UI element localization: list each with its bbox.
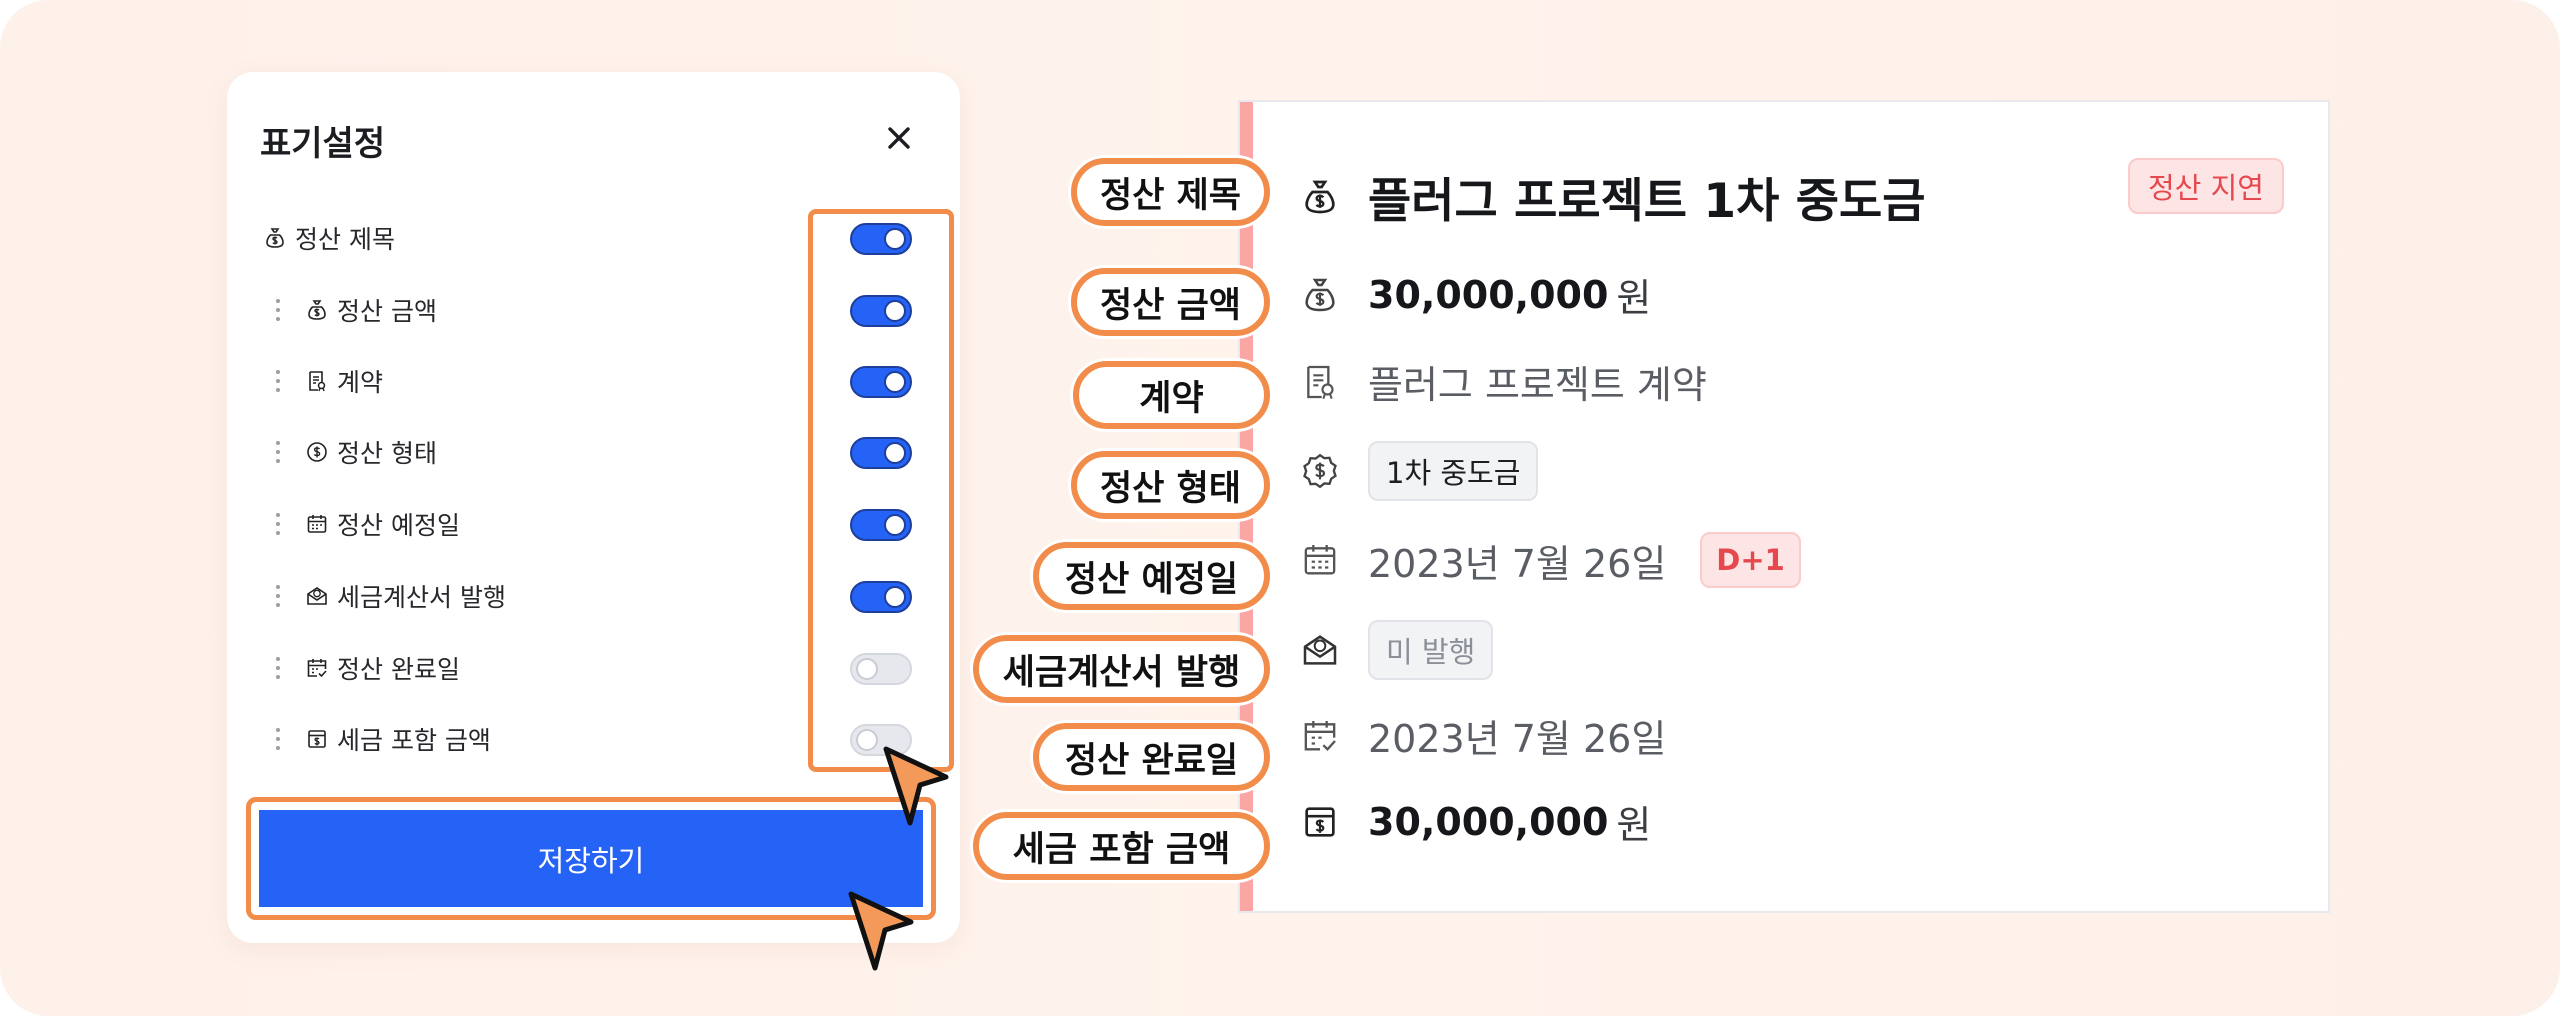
- cursor-pointer-icon: [883, 746, 949, 826]
- callout-label: 정산 금액: [1071, 268, 1270, 336]
- callout-label: 정산 형태: [1071, 451, 1270, 519]
- callout-label: 정산 완료일: [1033, 723, 1270, 791]
- money-bag-icon: [1305, 278, 1335, 311]
- setting-label: 정산 형태: [337, 439, 437, 468]
- contract-icon: [309, 371, 326, 392]
- callout-label: 세금계산서 발행: [973, 635, 1270, 703]
- preview-completed-row: 2023년 7월 26일: [1300, 708, 1666, 763]
- close-icon[interactable]: [877, 116, 921, 160]
- tax-included-unit: 원: [1616, 803, 1652, 847]
- callout-label: 세금 포함 금액: [973, 812, 1270, 880]
- callout-label: 정산 제목: [1071, 158, 1270, 226]
- setting-label: 정산 예정일: [337, 511, 460, 540]
- setting-row-due-date: 정산 예정일: [273, 504, 603, 544]
- contract-link[interactable]: 플러그 프로젝트 계약: [1368, 354, 1707, 409]
- amount-unit: 원: [1616, 276, 1652, 320]
- calendar-check-icon: [1304, 720, 1336, 751]
- drag-handle-icon[interactable]: [273, 438, 283, 466]
- money-bag-icon: [1305, 180, 1335, 213]
- preview-title-row: 플러그 프로젝트 1차 중도금: [1300, 162, 1925, 231]
- setting-row-amount: 정산 금액: [273, 290, 603, 330]
- dollar-circle-icon: [307, 442, 327, 462]
- preview-contract-row: 플러그 프로젝트 계약: [1300, 354, 1707, 409]
- tax-invoice-status-chip: 미 발행: [1368, 620, 1494, 680]
- receipt-dollar-icon: [308, 730, 326, 748]
- setting-label: 정산 금액: [337, 297, 437, 326]
- setting-row-completed-date: 정산 완료일: [273, 648, 603, 688]
- calendar-icon: [1304, 545, 1336, 575]
- money-bag-icon: [266, 228, 284, 248]
- setting-label: 세금계산서 발행: [337, 583, 506, 612]
- due-date: 2023년 7월 26일: [1368, 541, 1667, 586]
- money-bag-icon: [308, 300, 326, 320]
- status-badge: 정산 지연: [2128, 158, 2284, 214]
- tax-included-amount: 30,000,000: [1368, 799, 1609, 844]
- contract-icon: [1307, 365, 1334, 399]
- settlement-title: 플러그 프로젝트 1차 중도금: [1368, 174, 1926, 229]
- drag-handle-icon[interactable]: [273, 582, 283, 610]
- envelope-dollar-icon: [1303, 635, 1337, 665]
- setting-row-tax-included: 세금 포함 금액: [273, 719, 603, 759]
- settlement-amount: 30,000,000: [1368, 272, 1609, 317]
- preview-tax-invoice-row: 미 발행: [1300, 620, 1494, 680]
- calendar-check-icon: [307, 659, 327, 678]
- setting-row-title: 정산 제목: [263, 218, 593, 258]
- setting-label: 세금 포함 금액: [337, 726, 491, 755]
- d-day-badge: D+1: [1700, 532, 1801, 588]
- envelope-dollar-icon: [307, 587, 327, 605]
- drag-handle-icon[interactable]: [273, 367, 283, 395]
- callout-label: 계약: [1073, 361, 1270, 429]
- preview-type-row: 1차 중도금: [1300, 441, 1539, 501]
- save-button[interactable]: 저장하기: [259, 810, 923, 907]
- setting-row-tax-invoice: 세금계산서 발행: [273, 576, 603, 616]
- drag-handle-icon[interactable]: [273, 510, 283, 538]
- dollar-badge-icon: [1303, 453, 1337, 489]
- setting-row-type: 정산 형태: [273, 432, 603, 472]
- receipt-dollar-icon: [1305, 806, 1335, 837]
- setting-label: 정산 제목: [295, 225, 395, 254]
- toggles-highlight-frame: [808, 209, 954, 772]
- drag-handle-icon[interactable]: [273, 654, 283, 682]
- drag-handle-icon[interactable]: [273, 725, 283, 753]
- cursor-pointer-icon: [848, 891, 914, 971]
- drag-handle-icon[interactable]: [273, 296, 283, 324]
- callout-label: 정산 예정일: [1033, 542, 1270, 610]
- settlement-type-chip: 1차 중도금: [1368, 441, 1539, 501]
- preview-tax-included-row: 30,000,000 원: [1300, 794, 1651, 849]
- setting-label: 정산 완료일: [337, 655, 460, 684]
- settlement-preview-card: 플러그 프로젝트 1차 중도금 정산 지연 30,000,000 원 플러그 프…: [1238, 100, 2330, 913]
- setting-row-contract: 계약: [273, 361, 603, 401]
- dialog-title: 표기설정: [260, 124, 386, 164]
- preview-amount-row: 30,000,000 원: [1300, 267, 1651, 322]
- setting-label: 계약: [337, 368, 384, 397]
- preview-due-row: 2023년 7월 26일 D+1: [1300, 532, 1801, 588]
- calendar-icon: [307, 515, 327, 533]
- completed-date: 2023년 7월 26일: [1368, 717, 1667, 761]
